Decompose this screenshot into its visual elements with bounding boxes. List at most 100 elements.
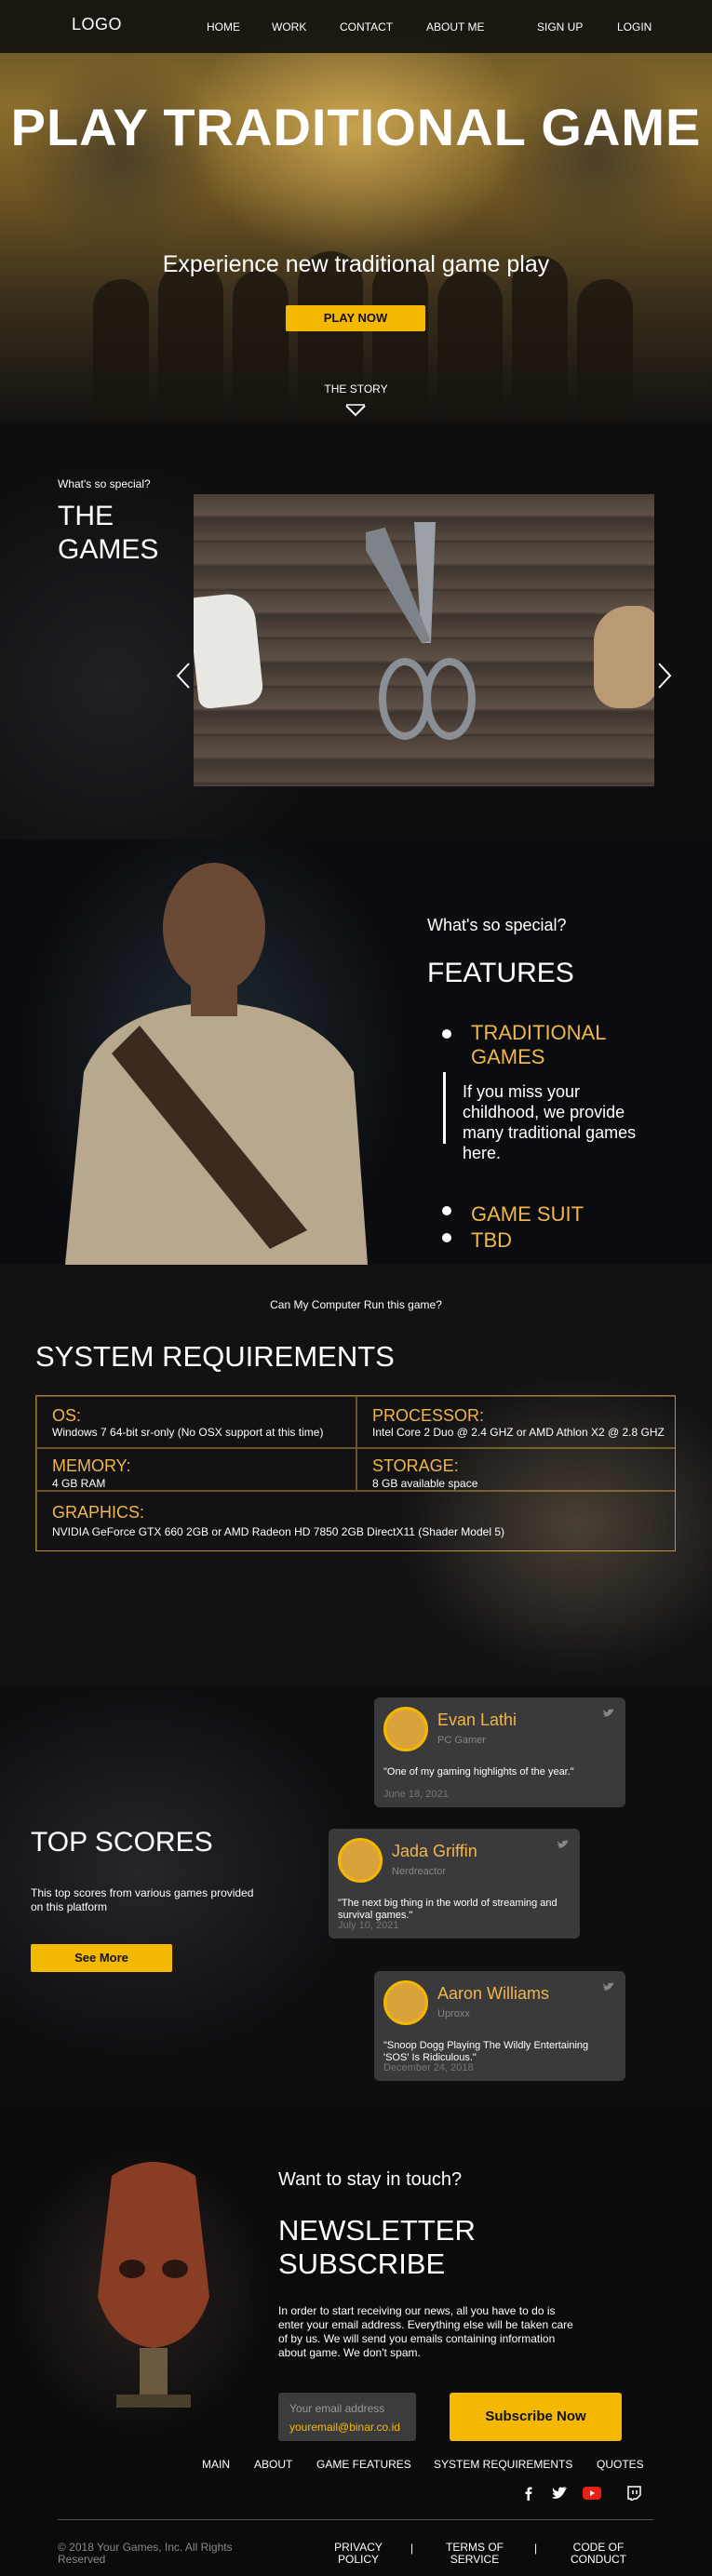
newsletter-heading-line2: SUBSCRIBE: [278, 2247, 446, 2280]
processor-value: Intel Core 2 Duo @ 2.4 GHZ or AMD Athlon…: [372, 1426, 665, 1439]
reviewer-name: Jada Griffin: [392, 1842, 477, 1860]
review-source: Uproxx: [437, 2008, 470, 2019]
review-date: June 18, 2021: [383, 1789, 449, 1800]
footer-link-about[interactable]: ABOUT: [254, 2458, 292, 2471]
avatar: [383, 1707, 428, 1751]
bullet: [442, 1233, 451, 1242]
paper-image: [194, 591, 265, 710]
twitter-icon[interactable]: [558, 1840, 569, 1849]
feature-quote: If you miss your childhood, we provide m…: [463, 1082, 637, 1162]
storage-label: STORAGE:: [372, 1456, 459, 1475]
subscribe-button[interactable]: Subscribe Now: [450, 2393, 622, 2441]
footer-divider: [58, 2519, 653, 2520]
email-field[interactable]: Your email address youremail@binar.co.id: [278, 2393, 416, 2441]
character-illustration: [65, 863, 368, 1265]
games-carousel-slide[interactable]: [194, 494, 654, 786]
email-value: youremail@binar.co.id: [289, 2421, 400, 2434]
sysreq-kicker: Can My Computer Run this game?: [270, 1298, 442, 1311]
footer-link-quotes[interactable]: QUOTES: [597, 2458, 644, 2471]
reviewer-name: Aaron Williams: [437, 1984, 550, 2003]
twitter-icon[interactable]: [603, 1709, 614, 1718]
games-heading: THE GAMES: [58, 500, 158, 567]
reviewer-name: Evan Lathi: [437, 1711, 517, 1729]
review-source: PC Gamer: [437, 1735, 486, 1746]
nav-sign-up[interactable]: SIGN UP: [537, 20, 583, 34]
review-date: July 10, 2021: [338, 1920, 399, 1931]
memory-value: 4 GB RAM: [52, 1477, 106, 1490]
games-heading-line2: GAMES: [58, 534, 159, 565]
requirement-graphics: GRAPHICS: NVIDIA GeForce GTX 660 2GB or …: [36, 1491, 676, 1551]
nav-contact[interactable]: CONTACT: [340, 20, 393, 34]
twitter-icon[interactable]: [552, 2486, 567, 2501]
carousel-next-arrow-icon[interactable]: [656, 662, 673, 690]
requirements-table: OS: Windows 7 64-bit sr-only (No OSX sup…: [35, 1395, 676, 1551]
review-source: Nerdreactor: [392, 1866, 447, 1877]
hero-title: PLAY TRADITIONAL GAME: [10, 98, 702, 156]
bullet: [442, 1206, 451, 1215]
os-label: OS:: [52, 1406, 82, 1425]
bullet: [442, 1029, 451, 1039]
hero-subtitle: Experience new traditional game play: [162, 251, 550, 277]
features-heading: FEATURES: [427, 958, 574, 988]
youtube-icon[interactable]: [583, 2486, 601, 2501]
nav-home[interactable]: HOME: [207, 20, 240, 34]
quote-bar: [443, 1072, 446, 1144]
newsletter-description: In order to start receiving our news, al…: [278, 2304, 573, 2359]
top-navbar: LOGO HOME WORK CONTACT ABOUT ME SIGN UP …: [0, 0, 712, 53]
nav-work[interactable]: WORK: [272, 20, 306, 34]
review-quote: "One of my gaming highlights of the year…: [383, 1766, 574, 1778]
review-date: December 24, 2018: [383, 2062, 474, 2073]
code-of-conduct-link[interactable]: CODE OF CONDUCT: [563, 2542, 634, 2566]
memory-label: MEMORY:: [52, 1456, 131, 1475]
nav-about-me[interactable]: ABOUT ME: [426, 20, 484, 34]
storage-value: 8 GB available space: [372, 1477, 478, 1490]
twitter-icon[interactable]: [603, 1982, 614, 1992]
requirement-processor: PROCESSOR: Intel Core 2 Duo @ 2.4 GHZ or…: [356, 1396, 676, 1448]
system-requirements-section: Can My Computer Run this game? SYSTEM RE…: [0, 1265, 712, 1685]
footer-link-game-features[interactable]: GAME FEATURES: [316, 2458, 411, 2471]
carousel-prev-arrow-icon[interactable]: [175, 662, 192, 690]
play-now-button[interactable]: PLAY NOW: [286, 305, 425, 331]
separator: |: [410, 2542, 414, 2555]
skull-artifact-illustration: [98, 2162, 209, 2408]
newsletter-heading: NEWSLETTER SUBSCRIBE: [278, 2214, 476, 2281]
the-story-link[interactable]: THE STORY: [0, 382, 712, 396]
scissors-image: [366, 522, 476, 740]
graphics-value: NVIDIA GeForce GTX 660 2GB or AMD Radeon…: [52, 1525, 504, 1538]
footer-link-main[interactable]: MAIN: [202, 2458, 230, 2471]
chevron-down-icon[interactable]: [344, 404, 367, 417]
privacy-line2: POLICY: [337, 2553, 379, 2566]
privacy-policy-link[interactable]: PRIVACY POLICY: [330, 2542, 386, 2566]
terms-of-service-link[interactable]: TERMS OF SERVICE: [439, 2542, 510, 2566]
twitch-icon[interactable]: [626, 2486, 641, 2501]
feature-game-suit: GAME SUIT: [471, 1202, 584, 1226]
requirement-os: OS: Windows 7 64-bit sr-only (No OSX sup…: [36, 1396, 356, 1448]
review-card: Jada Griffin Nerdreactor "The next big t…: [329, 1829, 580, 1939]
feature-tbd: TBD: [471, 1228, 512, 1252]
avatar: [338, 1838, 383, 1883]
newsletter-kicker: Want to stay in touch?: [278, 2169, 463, 2190]
see-more-button[interactable]: See More: [31, 1944, 172, 1972]
avatar: [383, 1980, 428, 2025]
hero-section: PLAY TRADITIONAL GAME Experience new tra…: [0, 0, 712, 423]
logo[interactable]: LOGO: [72, 15, 122, 34]
os-value: Windows 7 64-bit sr-only (No OSX support…: [52, 1426, 324, 1439]
features-kicker: What's so special?: [427, 916, 567, 934]
copyright: © 2018 Your Games, Inc. All Rights Reser…: [58, 2541, 233, 2566]
newsletter-heading-line1: NEWSLETTER: [278, 2214, 476, 2247]
nav-login[interactable]: LOGIN: [617, 20, 652, 34]
review-card: Evan Lathi PC Gamer "One of my gaming hi…: [374, 1697, 625, 1807]
scores-heading: TOP SCORES: [31, 1827, 213, 1858]
games-heading-line1: THE: [58, 501, 114, 531]
rock-image: [594, 606, 654, 708]
sysreq-heading: SYSTEM REQUIREMENTS: [35, 1340, 395, 1373]
facebook-icon[interactable]: [521, 2486, 536, 2501]
review-card: Aaron Williams Uproxx "Snoop Dogg Playin…: [374, 1971, 625, 2081]
top-scores-section: TOP SCORES This top scores from various …: [0, 1685, 712, 2106]
feature-traditional-games: TRADITIONAL GAMES: [471, 1021, 606, 1068]
requirement-storage: STORAGE: 8 GB available space: [356, 1448, 676, 1491]
scores-description: This top scores from various games provi…: [31, 1886, 254, 1913]
footer-link-system-requirements[interactable]: SYSTEM REQUIREMENTS: [434, 2458, 572, 2471]
requirement-memory: MEMORY: 4 GB RAM: [36, 1448, 356, 1491]
newsletter-section: Want to stay in touch? NEWSLETTER SUBSCR…: [0, 2106, 712, 2576]
